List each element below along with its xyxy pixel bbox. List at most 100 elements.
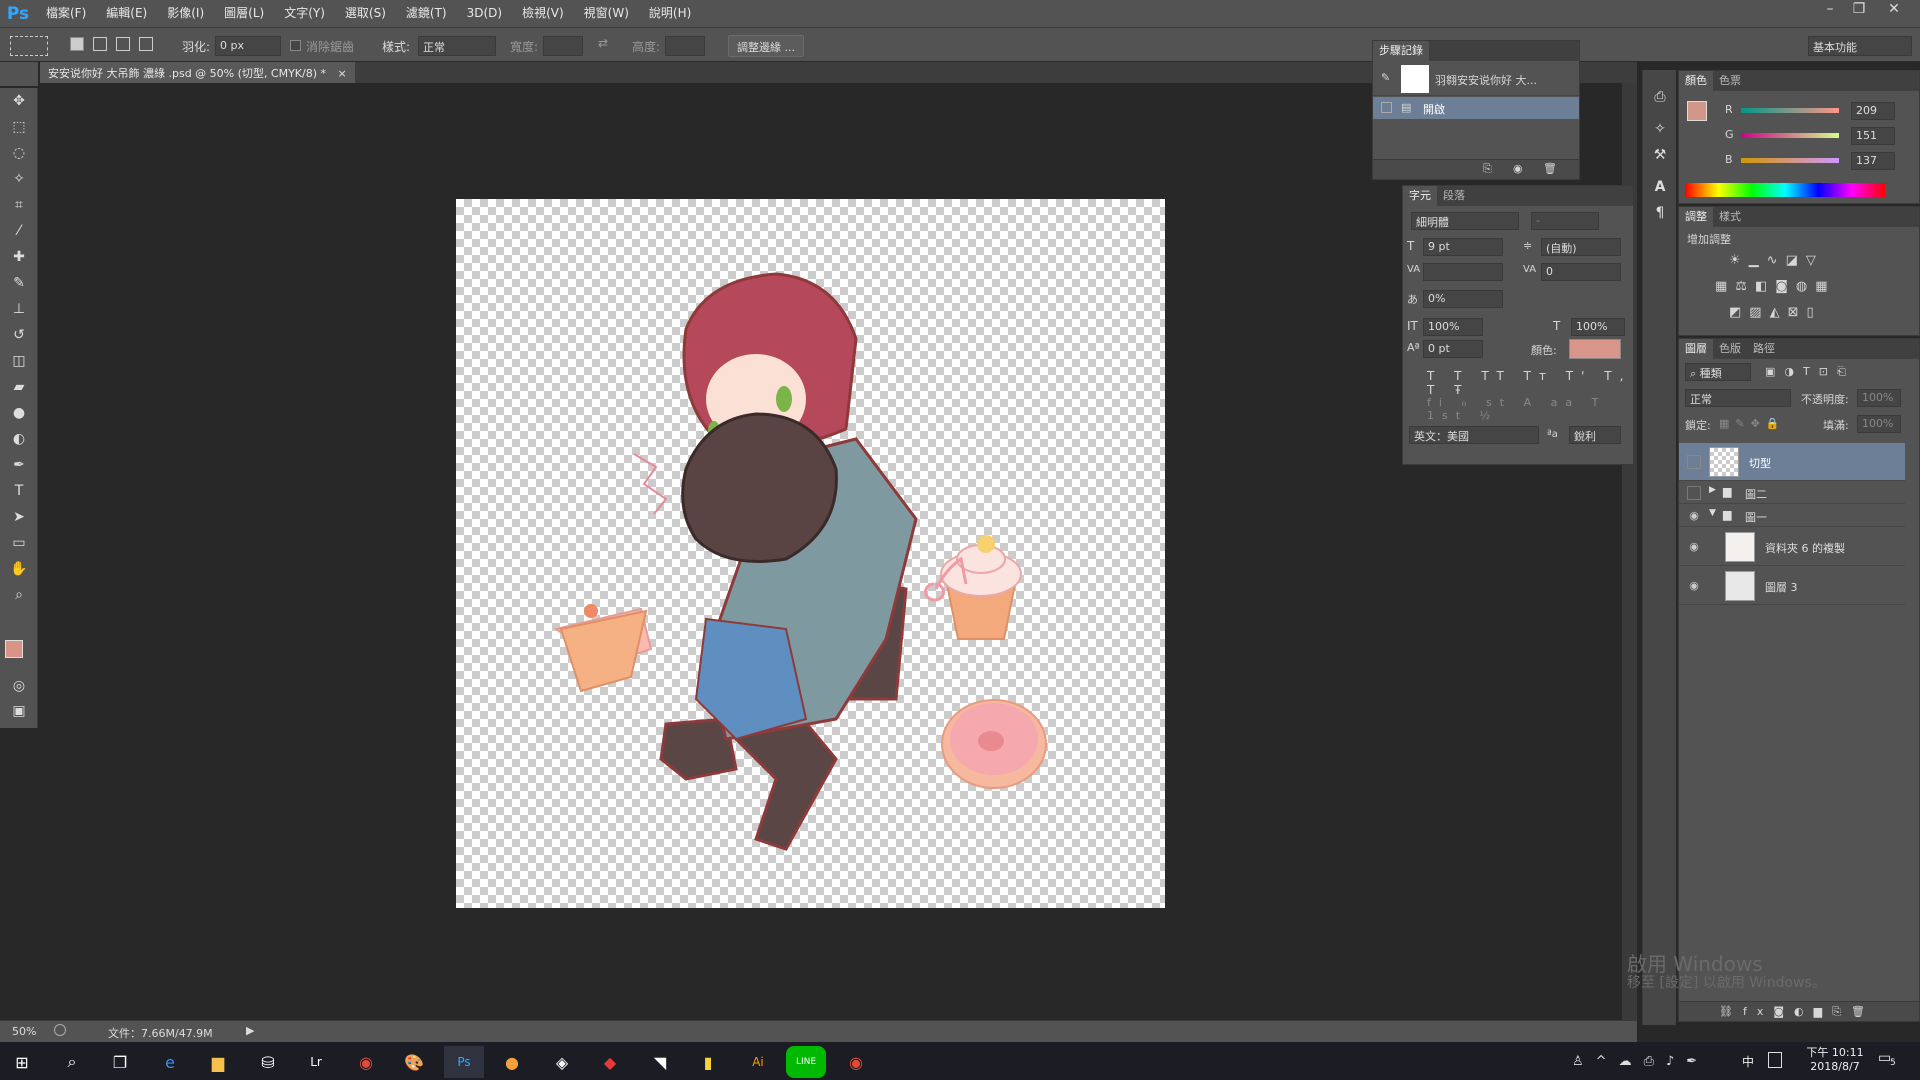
tracking-input[interactable]: 0 (1541, 263, 1621, 281)
visibility-toggle[interactable] (1687, 455, 1701, 469)
posterize-icon[interactable]: ▨ (1749, 305, 1769, 320)
small-caps-button[interactable]: Tт (1524, 369, 1554, 383)
status-arrow-icon[interactable]: ▶ (246, 1024, 254, 1037)
stamp-tool-icon[interactable]: ⊥ (0, 296, 38, 322)
ligature-button[interactable]: fi (1427, 396, 1450, 409)
explorer-icon[interactable]: ▆ (198, 1046, 238, 1078)
selective-color-icon[interactable]: ⊠ (1788, 305, 1807, 320)
menu-3d[interactable]: 3D(D) (457, 0, 512, 27)
layer-filter-select[interactable]: ⌕ 種類 (1685, 363, 1751, 381)
character-dock-icon[interactable]: A (1643, 174, 1677, 200)
tab-layers[interactable]: 圖層 (1679, 339, 1713, 359)
people-icon[interactable]: ♙ (1572, 1054, 1596, 1069)
g-slider[interactable] (1741, 133, 1839, 138)
history-brush-icon[interactable]: ↺ (0, 322, 38, 348)
chrome-icon[interactable]: ◉ (346, 1046, 386, 1078)
menu-view[interactable]: 檢視(V) (512, 0, 574, 27)
shape-filter-icon[interactable]: ⊡ (1819, 365, 1837, 378)
fraction-button[interactable]: ½ (1480, 409, 1499, 422)
menu-edit[interactable]: 編輯(E) (96, 0, 157, 27)
marquee-tool-icon[interactable]: ⬚ (0, 114, 38, 140)
faux-italic-button[interactable]: T (1454, 369, 1469, 383)
faux-bold-button[interactable]: T (1427, 369, 1442, 383)
eye-icon[interactable]: ◉ (1687, 579, 1701, 593)
garena-icon[interactable]: ◆ (590, 1046, 630, 1078)
layer-group-row[interactable]: ▶ ▆ 圖二 (1679, 482, 1905, 504)
ime-indicator[interactable]: 中 (1742, 1053, 1754, 1070)
menu-window[interactable]: 視窗(W) (574, 0, 639, 27)
brush-dock-icon[interactable]: ✧ (1643, 116, 1677, 142)
feather-input[interactable]: 0 px (215, 36, 281, 56)
adjustment-layer-icon[interactable]: ◐ (1794, 1005, 1814, 1018)
titling-button[interactable]: T (1592, 396, 1607, 409)
marquee-tool-preset[interactable] (10, 36, 48, 56)
vscale-input[interactable]: 100% (1423, 318, 1483, 336)
layer-group-row[interactable]: ◉ ▼ ▆ 圖一 (1679, 505, 1905, 527)
lasso-tool-icon[interactable]: ◌ (0, 140, 38, 166)
height-input[interactable] (665, 36, 705, 56)
superscript-button[interactable]: T' (1566, 369, 1593, 383)
type-filter-icon[interactable]: T (1803, 365, 1819, 378)
info-icon[interactable] (54, 1024, 66, 1036)
color-spectrum-bar[interactable] (1685, 183, 1885, 197)
paragraph-dock-icon[interactable]: ¶ (1643, 200, 1677, 226)
cloud-icon[interactable]: ☁ (1619, 1054, 1644, 1069)
r-slider[interactable] (1741, 108, 1839, 113)
layer-row-selected[interactable]: 切型 (1679, 443, 1905, 481)
store-icon[interactable]: ⛁ (248, 1046, 288, 1078)
discretionary-button[interactable]: st (1486, 396, 1512, 409)
snapshot-icon[interactable]: ◉ (1513, 162, 1523, 175)
language-select[interactable]: 英文：美國 (1409, 426, 1539, 444)
menu-select[interactable]: 選取(S) (335, 0, 396, 27)
foreground-color-icon[interactable] (5, 640, 23, 658)
gradient-tool-icon[interactable]: ▰ (0, 374, 38, 400)
minimize-button[interactable]: – (1816, 0, 1844, 20)
levels-icon[interactable]: ▁ (1749, 253, 1767, 268)
document-canvas[interactable] (456, 199, 1165, 908)
new-document-icon[interactable]: ⎘ (1483, 162, 1492, 176)
pen-tool-icon[interactable]: ✒ (0, 452, 38, 478)
close-button[interactable]: ✕ (1880, 0, 1908, 20)
restore-button[interactable]: ❐ (1845, 0, 1873, 20)
gradient-map-icon[interactable]: ▯ (1807, 305, 1822, 320)
menu-image[interactable]: 影像(I) (157, 0, 214, 27)
eye-icon[interactable]: ◉ (1687, 509, 1701, 523)
baseline-input[interactable]: 0 pt (1423, 340, 1483, 358)
clock[interactable]: 下午 10:11 2018/8/7 (1800, 1044, 1870, 1073)
style-select[interactable]: 正常 (418, 36, 496, 56)
dodge-tool-icon[interactable]: ◐ (0, 426, 38, 452)
menu-type[interactable]: 文字(Y) (274, 0, 335, 27)
color-balance-icon[interactable]: ⚖ (1735, 279, 1755, 294)
path-select-icon[interactable]: ➤ (0, 504, 38, 530)
mask-icon[interactable]: ◙ (1773, 1005, 1794, 1018)
close-tab-icon[interactable]: × (338, 67, 347, 80)
brightness-icon[interactable]: ☀ (1729, 253, 1749, 268)
history-dock-icon[interactable]: ⎙ (1643, 84, 1677, 110)
layer-name[interactable]: 圖一 (1745, 509, 1767, 525)
layer-name[interactable]: 資料夾 6 的複製 (1765, 540, 1845, 556)
tab-swatches[interactable]: 色票 (1713, 71, 1747, 91)
font-size-input[interactable]: 9 pt (1423, 238, 1503, 256)
eyedropper-tool-icon[interactable]: ⁄ (0, 218, 38, 244)
stylistic-button[interactable]: aa (1551, 396, 1580, 409)
exposure-icon[interactable]: ◪ (1786, 253, 1806, 268)
move-tool-icon[interactable]: ✥ (0, 88, 38, 114)
input-icon[interactable] (1768, 1052, 1782, 1068)
new-group-icon[interactable]: ▆ (1814, 1005, 1832, 1018)
vibrance-icon[interactable]: ▽ (1806, 253, 1824, 268)
layer-row[interactable]: ◉ 圖層 3 (1679, 567, 1905, 605)
trash-icon[interactable]: 🗑 (1543, 162, 1557, 175)
line-icon[interactable]: LINE (786, 1046, 826, 1078)
lock-pixels-icon[interactable]: ✎ (1735, 417, 1750, 430)
history-item-selected[interactable]: ▤ 開啟 (1373, 97, 1579, 119)
ordinal-button[interactable]: 1st (1427, 409, 1468, 422)
b-input[interactable]: 137 (1851, 152, 1895, 170)
workspace-select[interactable]: 基本功能 (1808, 36, 1912, 56)
lock-all-icon[interactable]: 🔒 (1766, 417, 1786, 430)
type-tool-icon[interactable]: T (0, 478, 38, 504)
font-family-select[interactable]: 細明體 (1411, 212, 1519, 230)
fx-icon[interactable]: fx (1743, 1005, 1773, 1018)
tab-adjustments[interactable]: 調整 (1679, 207, 1713, 227)
new-selection-icon[interactable] (70, 37, 84, 51)
zoom-level[interactable]: 50% (12, 1025, 36, 1038)
